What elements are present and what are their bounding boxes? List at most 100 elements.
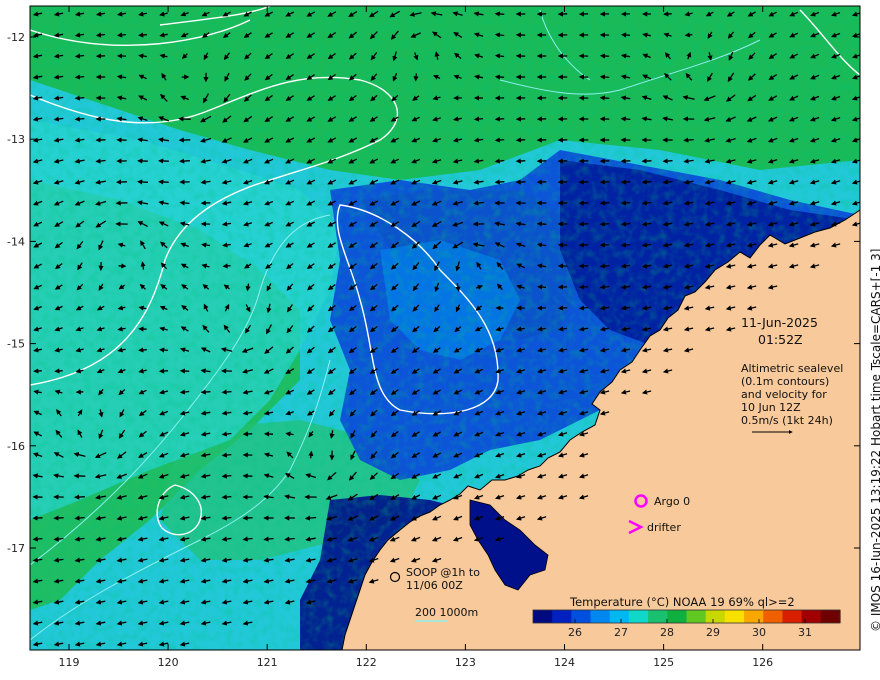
colorbar-tick-label: 30 bbox=[752, 626, 766, 639]
colorbar-swatch bbox=[686, 610, 707, 623]
lon-tick-label: 125 bbox=[653, 656, 674, 669]
velocity-arrow bbox=[557, 305, 568, 311]
colorbar-tick-label: 26 bbox=[568, 626, 582, 639]
altimetry-line-5: 0.5m/s (1kt 24h) bbox=[741, 414, 833, 427]
velocity-arrow bbox=[662, 158, 673, 164]
colorbar-swatch bbox=[763, 610, 784, 623]
velocity-arrow bbox=[599, 221, 610, 227]
velocity-arrow bbox=[515, 137, 526, 143]
colorbar-swatches bbox=[533, 610, 841, 623]
velocity-arrow bbox=[599, 242, 610, 248]
colorbar-tick-label: 29 bbox=[706, 626, 720, 639]
depth-label: 200 1000m bbox=[415, 606, 478, 619]
lat-tick-label: -12 bbox=[7, 31, 25, 44]
velocity-arrow bbox=[620, 200, 631, 206]
colorbar-swatch bbox=[667, 610, 688, 623]
velocity-arrow bbox=[137, 179, 148, 185]
colorbar-swatch bbox=[590, 610, 611, 623]
colorbar-tick-label: 31 bbox=[798, 626, 812, 639]
argo-label: Argo 0 bbox=[654, 495, 690, 508]
velocity-arrow bbox=[494, 116, 505, 122]
lat-tick-label: -16 bbox=[7, 440, 25, 453]
velocity-arrow bbox=[138, 32, 147, 38]
drifter-label: drifter bbox=[647, 521, 681, 534]
time-text: 01:52Z bbox=[758, 332, 803, 347]
colorbar-swatch bbox=[782, 610, 803, 623]
velocity-arrow bbox=[494, 179, 505, 185]
velocity-arrow bbox=[599, 53, 610, 59]
velocity-arrow bbox=[578, 263, 589, 269]
velocity-arrow bbox=[494, 74, 505, 80]
colorbar-title: Temperature (°C) NOAA 19 69% ql>=2 bbox=[569, 595, 795, 609]
velocity-arrow bbox=[599, 200, 610, 206]
colorbar-swatch bbox=[744, 610, 764, 623]
lat-tick-label: -13 bbox=[7, 133, 25, 146]
lat-tick-label: -14 bbox=[7, 235, 25, 248]
velocity-arrow bbox=[473, 116, 484, 122]
velocity-arrow bbox=[54, 368, 63, 374]
velocity-arrow bbox=[599, 95, 610, 101]
velocity-arrow bbox=[53, 515, 64, 521]
velocity-arrow bbox=[221, 389, 232, 395]
velocity-arrow bbox=[32, 536, 43, 542]
velocity-arrow bbox=[221, 494, 232, 500]
velocity-arrow bbox=[221, 452, 232, 458]
velocity-arrow bbox=[222, 263, 231, 269]
date-text: 11-Jun-2025 bbox=[741, 315, 818, 330]
velocity-arrow bbox=[620, 32, 631, 38]
velocity-arrow bbox=[179, 200, 190, 206]
velocity-arrow bbox=[200, 389, 211, 395]
sst-map: 119 120 121 122 123 124 125 126 -12 -13 -14 -15 -16 -… bbox=[7, 5, 880, 669]
velocity-arrow bbox=[221, 473, 232, 479]
velocity-arrow bbox=[684, 32, 693, 38]
velocity-arrow bbox=[515, 158, 526, 164]
altimetry-line-2: (0.1m contours) bbox=[741, 375, 829, 388]
colorbar-swatch bbox=[820, 610, 841, 623]
credit-text: © IMOS 16-Jun-2025 13:19:22 Hobart time … bbox=[869, 249, 880, 632]
lat-tick-label: -17 bbox=[7, 542, 25, 555]
velocity-arrow bbox=[74, 494, 85, 500]
lat-tick-label: -15 bbox=[7, 338, 25, 351]
colorbar-swatch bbox=[552, 610, 572, 623]
velocity-arrow bbox=[179, 158, 190, 164]
velocity-arrow bbox=[641, 179, 652, 185]
lon-tick-label: 122 bbox=[356, 656, 377, 669]
velocity-arrow bbox=[536, 284, 547, 290]
velocity-arrow bbox=[242, 515, 253, 521]
lon-tick-label: 119 bbox=[59, 656, 80, 669]
velocity-arrow bbox=[74, 74, 85, 80]
colorbar-swatch bbox=[628, 610, 649, 623]
altimetry-line-1: Altimetric sealevel bbox=[741, 362, 843, 375]
velocity-arrow bbox=[116, 32, 127, 38]
velocity-arrow bbox=[620, 179, 631, 185]
velocity-arrow bbox=[536, 221, 547, 227]
velocity-arrow bbox=[158, 179, 169, 185]
altimetry-line-4: 10 Jun 12Z bbox=[741, 401, 801, 414]
velocity-arrow bbox=[413, 73, 419, 82]
velocity-arrow bbox=[179, 368, 190, 374]
colorbar-swatch bbox=[705, 610, 726, 623]
lon-tick-label: 121 bbox=[257, 656, 278, 669]
colorbar-swatch bbox=[571, 610, 592, 623]
soop-line-2: 11/06 00Z bbox=[406, 579, 463, 592]
velocity-arrow bbox=[178, 116, 191, 122]
lon-tick-label: 126 bbox=[752, 656, 773, 669]
colorbar-tick-label: 28 bbox=[660, 626, 674, 639]
plot-area bbox=[30, 6, 860, 650]
velocity-arrow bbox=[620, 116, 631, 122]
lon-tick-label: 124 bbox=[554, 656, 575, 669]
velocity-arrow bbox=[599, 179, 610, 185]
velocity-arrow bbox=[74, 116, 85, 122]
velocity-arrow bbox=[138, 347, 147, 353]
colorbar-tick-label: 27 bbox=[614, 626, 628, 639]
colorbar-swatch bbox=[609, 610, 630, 623]
velocity-arrow bbox=[159, 347, 168, 353]
altimetry-line-3: and velocity for bbox=[741, 388, 827, 401]
soop-line-1: SOOP @1h to bbox=[406, 566, 480, 579]
velocity-arrow bbox=[494, 137, 505, 143]
lon-tick-label: 120 bbox=[158, 656, 179, 669]
lon-tick-label: 123 bbox=[455, 656, 476, 669]
colorbar-swatch bbox=[648, 610, 668, 623]
velocity-arrow bbox=[158, 368, 169, 374]
velocity-arrow bbox=[578, 284, 589, 290]
